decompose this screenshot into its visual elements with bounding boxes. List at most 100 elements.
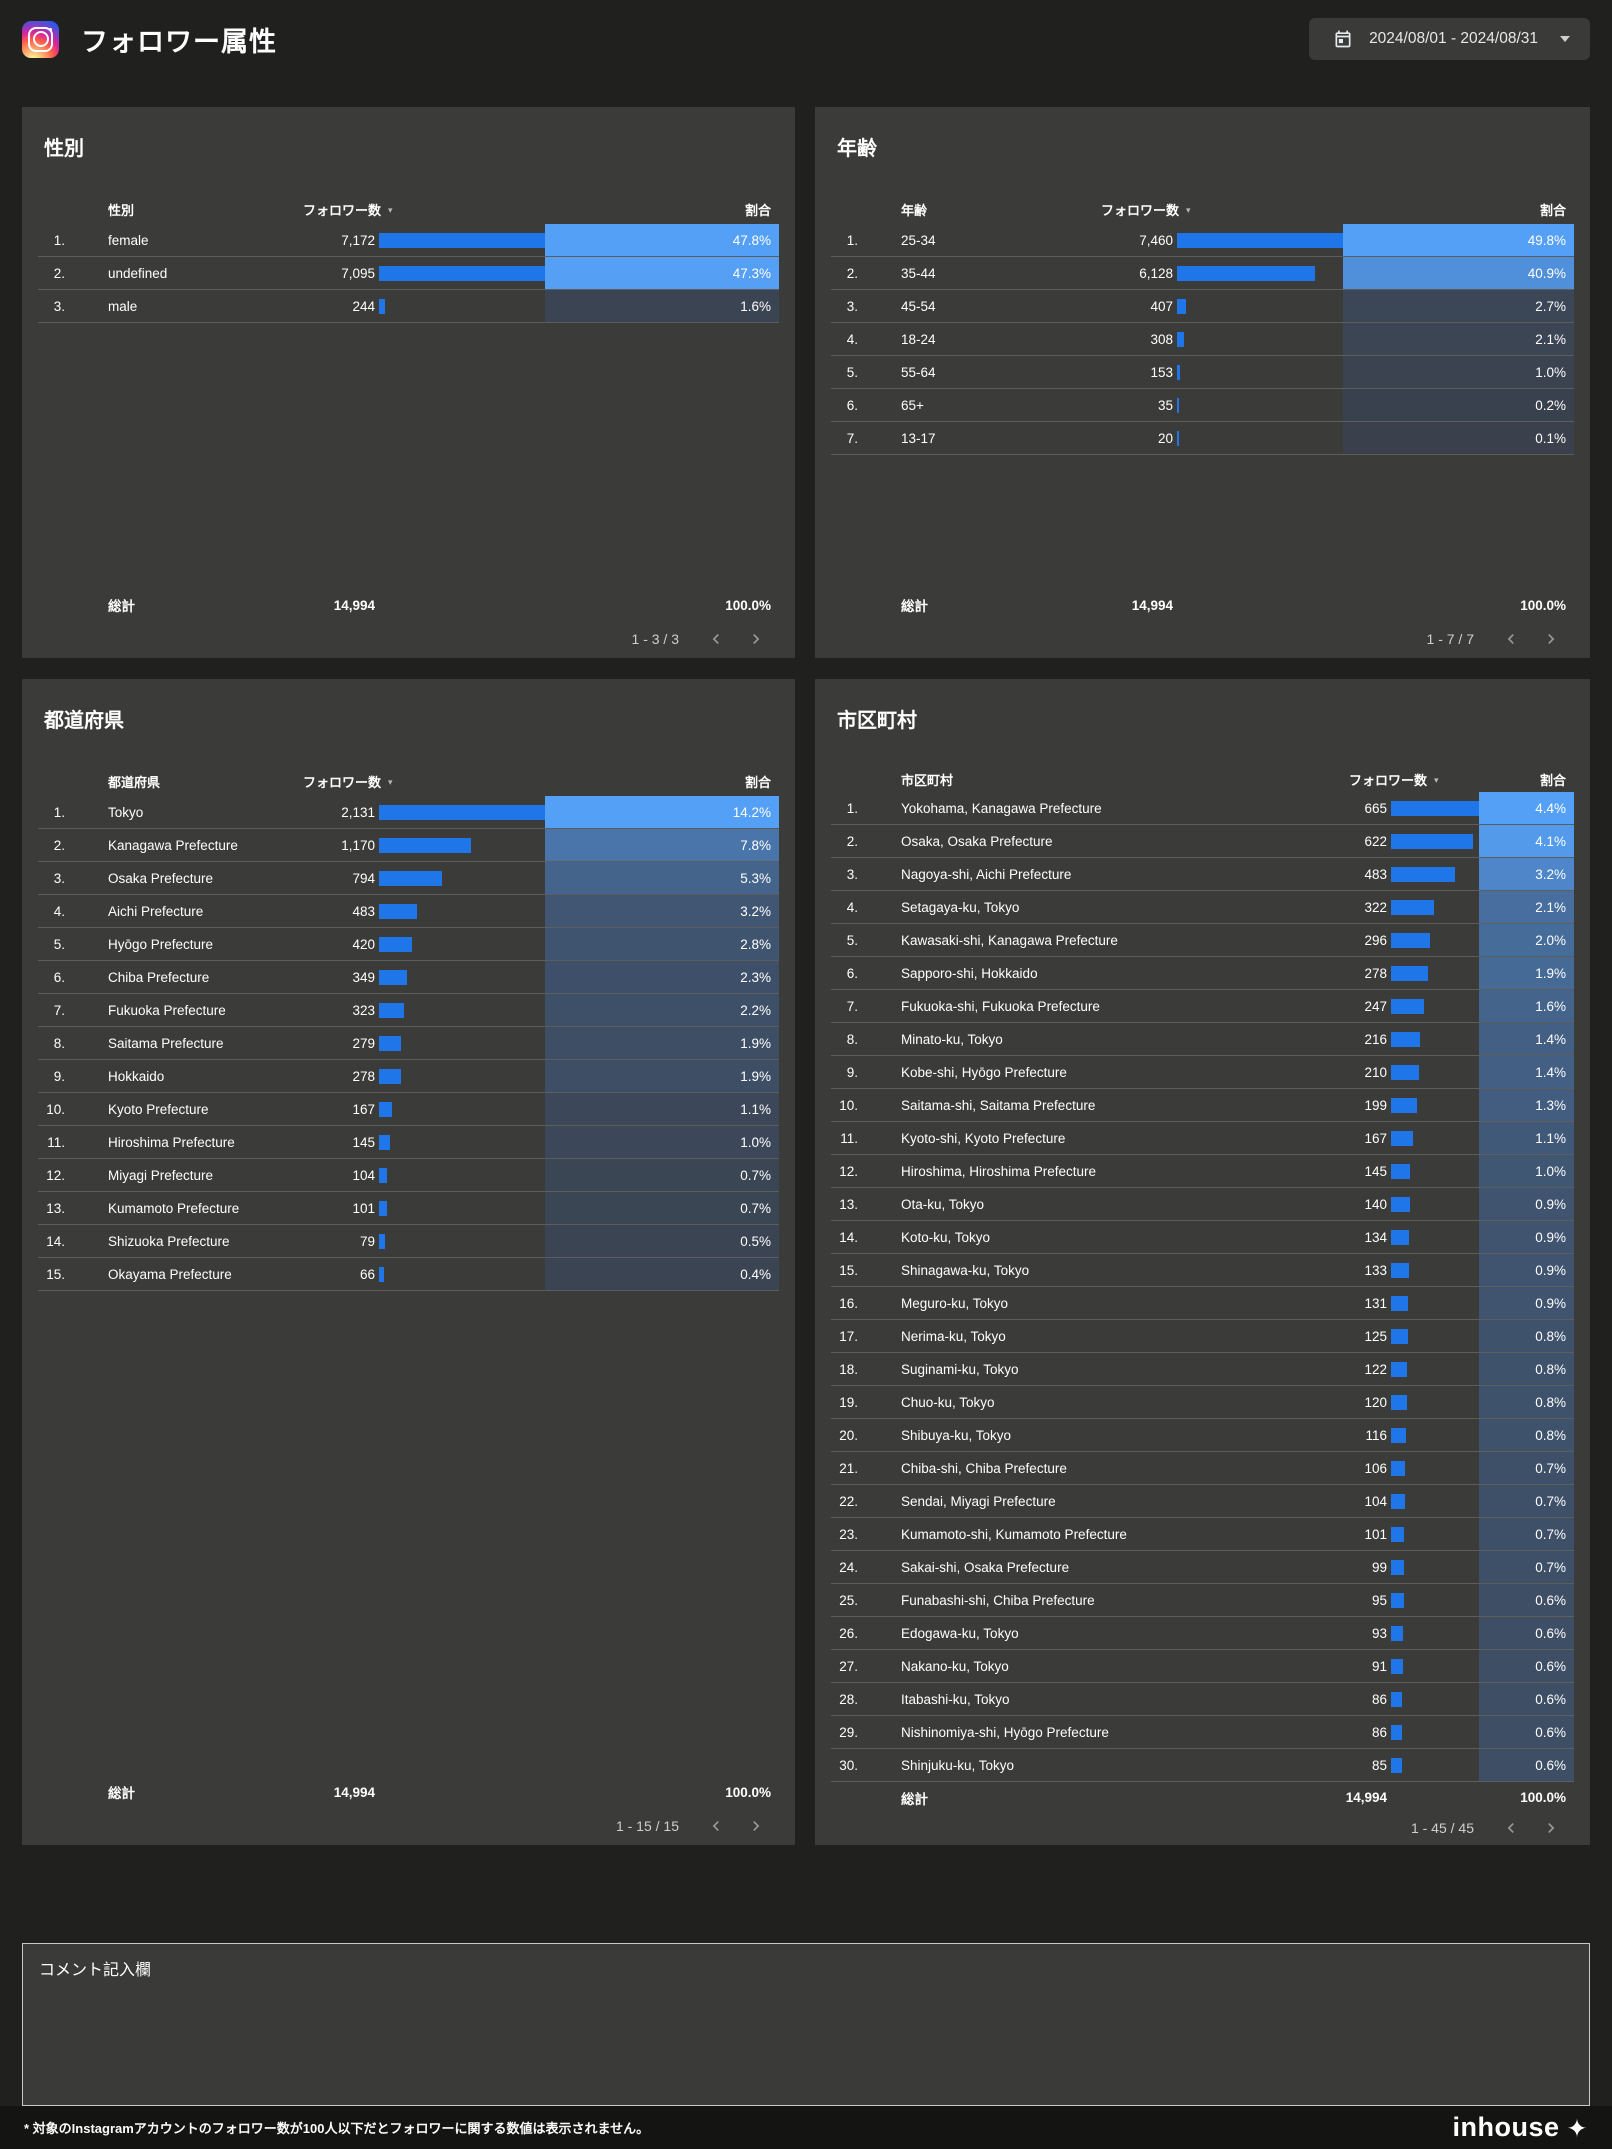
row-label: Osaka Prefecture (78, 871, 285, 886)
count-bar (1391, 1263, 1409, 1278)
total-pct: 100.0% (1343, 598, 1574, 613)
card-age: 年齢 年齢 フォロワー数 ▾ 割合 1.25-347,46049.8%2.35-… (815, 107, 1590, 658)
table-row: 6.65+350.2% (831, 389, 1574, 422)
prev-page-button[interactable] (703, 627, 729, 651)
table-row: 2.undefined7,09547.3% (38, 257, 779, 290)
row-label: Kyoto Prefecture (78, 1102, 285, 1117)
row-label: Suginami-ku, Tokyo (871, 1362, 1297, 1377)
inhouse-logo: inhouse ✦ (1453, 2112, 1588, 2143)
row-count: 167 (1297, 1131, 1387, 1146)
prev-page-button[interactable] (1498, 627, 1524, 651)
column-header-dimension: 市区町村 (871, 770, 1297, 789)
count-bar (1391, 1131, 1413, 1146)
row-label: Shinjuku-ku, Tokyo (871, 1758, 1297, 1773)
count-bar (1391, 1098, 1417, 1113)
row-ratio: 0.7% (740, 1168, 771, 1183)
next-page-button[interactable] (1538, 627, 1564, 651)
row-count: 79 (285, 1234, 375, 1249)
footnote: * 対象のInstagramアカウントのフォロワー数が100人以下だとフォロワー… (24, 2118, 649, 2137)
row-ratio: 0.6% (1535, 1758, 1566, 1773)
row-count: 2,131 (285, 805, 375, 820)
column-header-followers[interactable]: フォロワー数 ▾ (1297, 770, 1479, 789)
table-row: 9.Hokkaido2781.9% (38, 1060, 779, 1093)
row-ratio-cell: 1.1% (545, 1093, 779, 1125)
table-row: 4.Setagaya-ku, Tokyo3222.1% (831, 891, 1574, 924)
row-ratio: 1.0% (1535, 1164, 1566, 1179)
row-rank: 19. (831, 1395, 871, 1410)
row-count: 125 (1297, 1329, 1387, 1344)
column-header-dimension: 都道府県 (78, 772, 285, 791)
count-bar (379, 970, 407, 985)
row-count: 86 (1297, 1725, 1387, 1740)
table-row: 25.Funabashi-shi, Chiba Prefecture950.6% (831, 1584, 1574, 1617)
row-count: 279 (285, 1036, 375, 1051)
row-count: 91 (1297, 1659, 1387, 1674)
table-row: 10.Kyoto Prefecture1671.1% (38, 1093, 779, 1126)
row-ratio: 1.4% (1535, 1065, 1566, 1080)
row-ratio-cell: 2.1% (1479, 891, 1574, 923)
row-rank: 30. (831, 1758, 871, 1773)
count-bar (379, 1102, 392, 1117)
row-ratio: 2.2% (740, 1003, 771, 1018)
row-label: Kawasaki-shi, Kanagawa Prefecture (871, 933, 1297, 948)
row-ratio-cell: 0.9% (1479, 1221, 1574, 1253)
total-row: 総計 14,994 100.0% (831, 588, 1574, 622)
table-row: 22.Sendai, Miyagi Prefecture1040.7% (831, 1485, 1574, 1518)
table-row: 2.Osaka, Osaka Prefecture6224.1% (831, 825, 1574, 858)
date-range-picker[interactable]: 2024/08/01 - 2024/08/31 (1309, 18, 1590, 60)
count-bar (1177, 266, 1315, 281)
next-page-button[interactable] (743, 1814, 769, 1838)
row-count: 104 (1297, 1494, 1387, 1509)
row-ratio-cell: 3.2% (545, 895, 779, 927)
row-count: 131 (1297, 1296, 1387, 1311)
row-ratio-cell: 2.2% (545, 994, 779, 1026)
row-count: 120 (1297, 1395, 1387, 1410)
table-row: 6.Sapporo-shi, Hokkaido2781.9% (831, 957, 1574, 990)
calendar-icon (1333, 29, 1353, 49)
column-header-ratio: 割合 (1479, 770, 1574, 789)
footer-bar: * 対象のInstagramアカウントのフォロワー数が100人以下だとフォロワー… (0, 2106, 1612, 2149)
count-bar (1391, 1164, 1410, 1179)
next-page-button[interactable] (743, 627, 769, 651)
count-bar (379, 1168, 387, 1183)
row-label: Kanagawa Prefecture (78, 838, 285, 853)
row-label: Sapporo-shi, Hokkaido (871, 966, 1297, 981)
row-count: 296 (1297, 933, 1387, 948)
next-page-button[interactable] (1538, 1816, 1564, 1840)
table-row: 10.Saitama-shi, Saitama Prefecture1991.3… (831, 1089, 1574, 1122)
total-count: 14,994 (285, 598, 375, 613)
row-count: 86 (1297, 1692, 1387, 1707)
row-label: Setagaya-ku, Tokyo (871, 900, 1297, 915)
row-count: 278 (1297, 966, 1387, 981)
row-ratio-cell: 1.9% (545, 1027, 779, 1059)
prev-page-button[interactable] (1498, 1816, 1524, 1840)
camera-lens-icon (33, 31, 49, 47)
row-label: Sakai-shi, Osaka Prefecture (871, 1560, 1297, 1575)
row-rank: 5. (831, 365, 871, 380)
table-body: 1.Tokyo2,13114.2%2.Kanagawa Prefecture1,… (38, 796, 779, 1291)
column-header-followers[interactable]: フォロワー数 ▾ (1083, 200, 1343, 219)
comment-input[interactable]: コメント記入欄 (22, 1943, 1590, 2106)
column-header-followers[interactable]: フォロワー数 ▾ (285, 200, 545, 219)
row-ratio: 49.8% (1528, 233, 1566, 248)
column-header-followers[interactable]: フォロワー数 ▾ (285, 772, 545, 791)
row-ratio-cell: 0.6% (1479, 1749, 1574, 1781)
row-ratio-cell: 2.7% (1343, 290, 1574, 322)
count-bar (379, 1069, 401, 1084)
column-header-ratio: 割合 (545, 772, 779, 791)
row-label: Hiroshima, Hiroshima Prefecture (871, 1164, 1297, 1179)
row-label: Chuo-ku, Tokyo (871, 1395, 1297, 1410)
row-ratio: 0.4% (740, 1267, 771, 1282)
row-ratio-cell: 2.8% (545, 928, 779, 960)
prev-page-button[interactable] (703, 1814, 729, 1838)
row-count: 407 (1083, 299, 1173, 314)
count-bar (1177, 332, 1184, 347)
row-ratio: 0.9% (1535, 1230, 1566, 1245)
table-header: 性別 フォロワー数 ▾ 割合 (38, 194, 779, 224)
row-label: 45-54 (871, 299, 1083, 314)
table-row: 5.Hyōgo Prefecture4202.8% (38, 928, 779, 961)
table-row: 7.Fukuoka-shi, Fukuoka Prefecture2471.6% (831, 990, 1574, 1023)
row-rank: 7. (831, 999, 871, 1014)
row-count: 122 (1297, 1362, 1387, 1377)
row-ratio-cell: 0.5% (545, 1225, 779, 1257)
